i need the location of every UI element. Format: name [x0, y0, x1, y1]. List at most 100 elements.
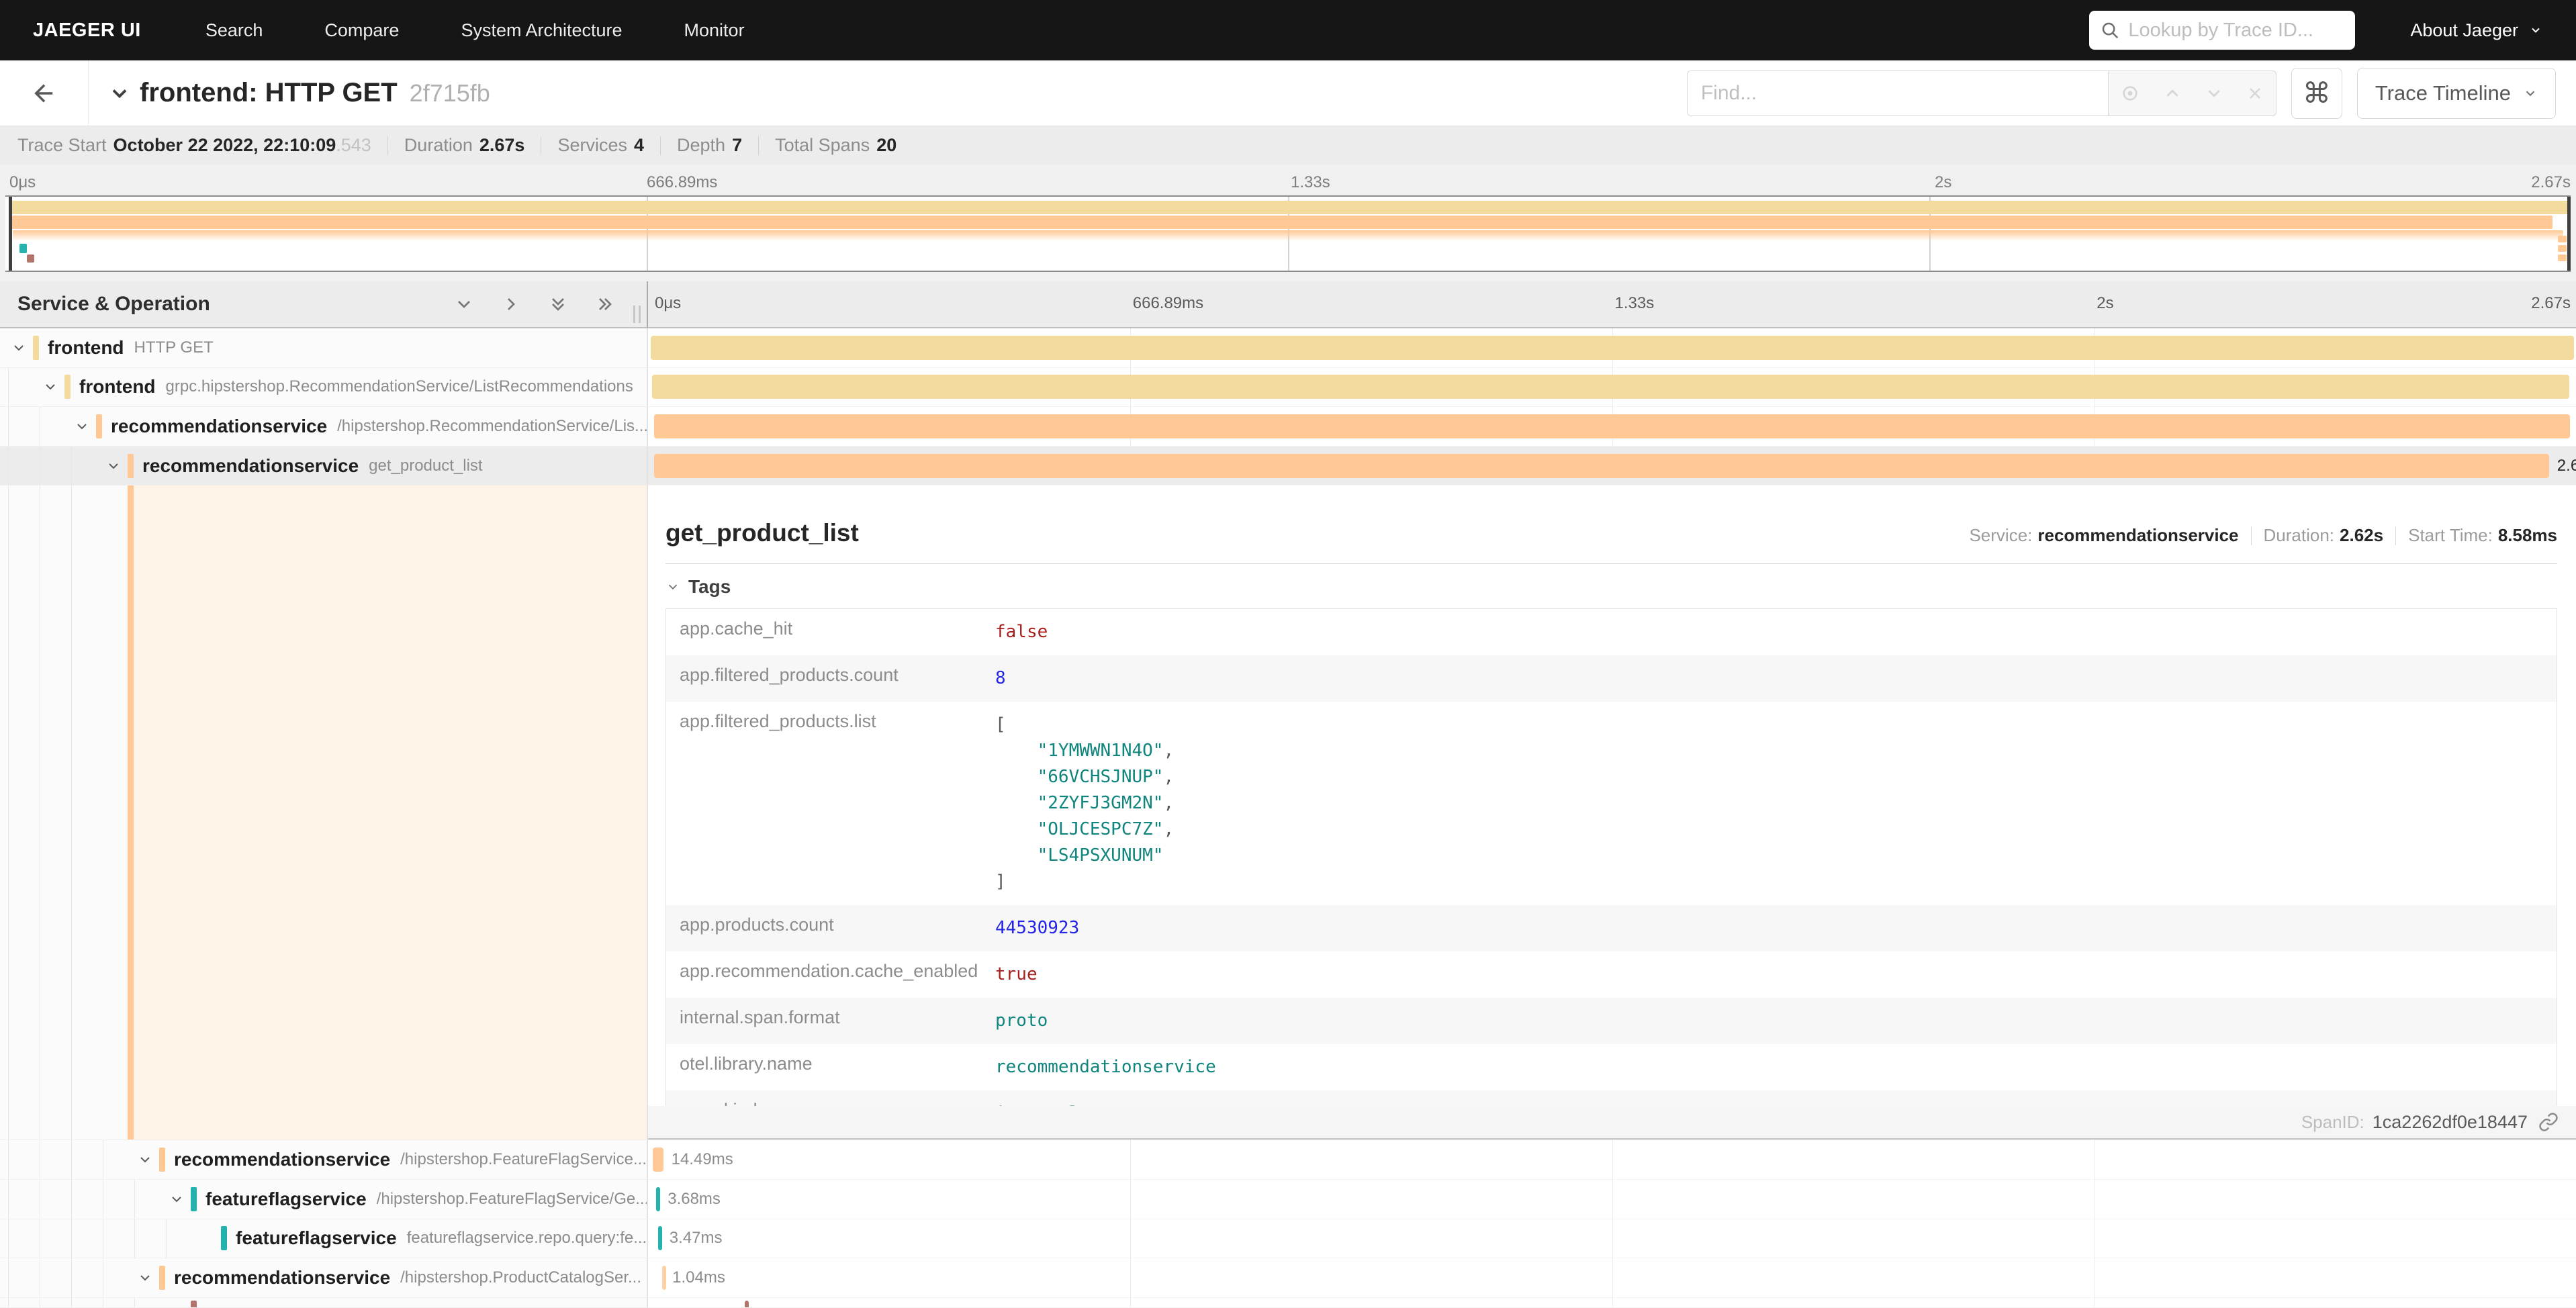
chevron-down-icon[interactable]	[74, 418, 90, 434]
meta-divider	[2395, 526, 2396, 545]
span-row[interactable]: recommendationserviceget_product_list 2.6…	[0, 447, 2576, 486]
timeline-gridline	[1130, 1140, 1131, 1179]
minimap-canvas[interactable]	[5, 195, 2571, 272]
list-item-string: "66VCHSJNUP"	[995, 767, 1163, 787]
span-row-timeline[interactable]: 3.47ms	[648, 1219, 2576, 1259]
span-detail-highlight[interactable]	[134, 485, 647, 1139]
collapse-all-icon[interactable]	[547, 293, 569, 315]
trace-view-selector[interactable]: Trace Timeline	[2357, 68, 2556, 119]
span-row-left[interactable]: recommendationservice/hipstershop.Featur…	[0, 1140, 648, 1180]
span-duration-bar[interactable]	[658, 1226, 662, 1250]
span-duration-bar[interactable]	[654, 454, 2549, 478]
span-detail-header: get_product_listService:recommendationse…	[665, 519, 2557, 547]
stat-duration: Duration2.67s	[404, 135, 525, 156]
minimap-left-handle[interactable]	[9, 197, 12, 271]
span-row-left[interactable]: featureflagservicefeatureflagservice.rep…	[0, 1219, 648, 1259]
span-duration-bar[interactable]	[656, 1187, 660, 1211]
span-row-left[interactable]	[0, 1298, 648, 1308]
span-row[interactable]: recommendationservice/hipstershop.Recomm…	[0, 407, 2576, 447]
timeline-gridline	[1612, 1258, 1613, 1297]
span-duration-label: 2.62s	[2557, 457, 2576, 475]
indent-guide	[8, 1298, 9, 1307]
span-row-timeline[interactable]: 2.62s	[648, 447, 2576, 486]
span-row[interactable]: frontendgrpc.hipstershop.RecommendationS…	[0, 368, 2576, 408]
span-row-timeline[interactable]	[648, 328, 2576, 368]
nav-item-system-architecture[interactable]: System Architecture	[461, 20, 622, 41]
column-resizer[interactable]	[633, 306, 641, 323]
chevron-down-icon[interactable]	[169, 1191, 185, 1207]
expand-all-icon[interactable]	[594, 293, 616, 315]
list-bracket: ]	[995, 872, 1006, 892]
chevron-down-icon[interactable]	[42, 379, 58, 395]
trace-id-search[interactable]	[2089, 11, 2355, 50]
span-row[interactable]	[0, 1298, 2576, 1308]
span-duration-bar[interactable]	[651, 336, 2574, 360]
span-row-left[interactable]: frontendgrpc.hipstershop.RecommendationS…	[0, 368, 648, 408]
tags-section-toggle[interactable]: Tags	[665, 576, 2557, 598]
span-row-timeline[interactable]	[648, 1298, 2576, 1308]
back-button[interactable]	[0, 60, 89, 126]
span-row-left[interactable]: featureflagservice/hipstershop.FeatureFl…	[0, 1180, 648, 1219]
chevron-down-icon[interactable]	[137, 1270, 153, 1286]
minimap-right-handle[interactable]	[2567, 197, 2571, 271]
chevron-down-icon[interactable]	[11, 340, 27, 356]
stat-divider	[387, 136, 388, 155]
clear-icon[interactable]	[2246, 84, 2264, 103]
collapse-trace-header-button[interactable]	[107, 81, 132, 105]
tag-row: app.filtered_products.count8	[666, 655, 2557, 702]
find-input[interactable]	[1687, 71, 2109, 116]
span-row[interactable]: recommendationservice/hipstershop.Featur…	[0, 1140, 2576, 1180]
span-row[interactable]: featureflagservicefeatureflagservice.rep…	[0, 1219, 2576, 1259]
chevron-down-icon[interactable]	[137, 1152, 153, 1168]
span-row-left[interactable]: recommendationserviceget_product_list	[0, 447, 648, 486]
span-row-left[interactable]: recommendationservice/hipstershop.Produc…	[0, 1258, 648, 1298]
timeline-ticks-header: 0μs666.89ms1.33s2s2.67s	[648, 281, 2576, 328]
span-row-left[interactable]: frontendHTTP GET	[0, 328, 648, 368]
locate-icon[interactable]	[2119, 83, 2141, 104]
span-row-left[interactable]: recommendationservice/hipstershop.Recomm…	[0, 407, 648, 447]
tick-label: 1.33s	[1615, 294, 1655, 313]
span-detail-panel: get_product_listService:recommendationse…	[648, 485, 2576, 1140]
chevron-up-icon[interactable]	[2162, 83, 2182, 103]
stat-total-spans: Total Spans20	[775, 135, 896, 156]
span-row[interactable]: recommendationservice/hipstershop.Produc…	[0, 1258, 2576, 1298]
nav-item-compare[interactable]: Compare	[324, 20, 399, 41]
span-row-timeline[interactable]: 14.49ms	[648, 1140, 2576, 1180]
span-row-timeline[interactable]: 3.68ms	[648, 1180, 2576, 1219]
nav-item-monitor[interactable]: Monitor	[684, 20, 745, 41]
span-row[interactable]: frontendHTTP GET	[0, 328, 2576, 368]
link-icon[interactable]	[2538, 1112, 2559, 1132]
chevron-down-icon[interactable]	[105, 458, 122, 474]
span-operation-name: /hipstershop.FeatureFlagService/Ge...	[377, 1190, 648, 1209]
span-duration-bar[interactable]	[662, 1266, 666, 1290]
chevron-down-icon[interactable]	[2204, 83, 2224, 103]
meta-label: Start Time:	[2408, 525, 2493, 546]
timeline-gridline	[1130, 1258, 1131, 1297]
service-color-bar	[128, 485, 134, 1139]
service-color-bar	[64, 375, 71, 399]
indent-guide	[71, 1140, 72, 1179]
tag-value: [ "1YMWWN1N4O", "66VCHSJNUP", "2ZYFJ3GM2…	[995, 702, 1174, 905]
span-row-timeline[interactable]	[648, 407, 2576, 447]
tick-label: 2.67s	[2531, 294, 2571, 313]
tag-value-text: 44530923	[995, 918, 1079, 938]
span-duration-bar[interactable]	[652, 375, 2569, 399]
timeline-header-row: Service & Operation 0μs666.89ms1.33s2s2.…	[0, 281, 2576, 328]
span-id-value: 1ca2262df0e18447	[2373, 1112, 2528, 1133]
tag-row: app.products.count44530923	[666, 905, 2557, 951]
trace-id-input[interactable]	[2128, 19, 2343, 42]
span-row[interactable]: featureflagservice/hipstershop.FeatureFl…	[0, 1180, 2576, 1219]
collapse-one-icon[interactable]	[453, 293, 475, 315]
app-brand[interactable]: JAEGER UI	[33, 19, 141, 42]
span-duration-bar[interactable]	[654, 414, 2571, 438]
span-duration-bar[interactable]	[653, 1148, 663, 1172]
span-row-timeline[interactable]	[648, 368, 2576, 408]
about-jaeger-menu[interactable]: About Jaeger	[2410, 20, 2542, 41]
span-row-timeline[interactable]: 1.04ms	[648, 1258, 2576, 1298]
tick-label: 0μs	[655, 294, 681, 313]
find-controls	[2109, 71, 2276, 116]
span-duration-bar[interactable]	[745, 1301, 749, 1308]
keyboard-shortcuts-button[interactable]: ⌘	[2291, 68, 2342, 119]
expand-one-icon[interactable]	[500, 293, 522, 315]
nav-item-search[interactable]: Search	[205, 20, 263, 41]
